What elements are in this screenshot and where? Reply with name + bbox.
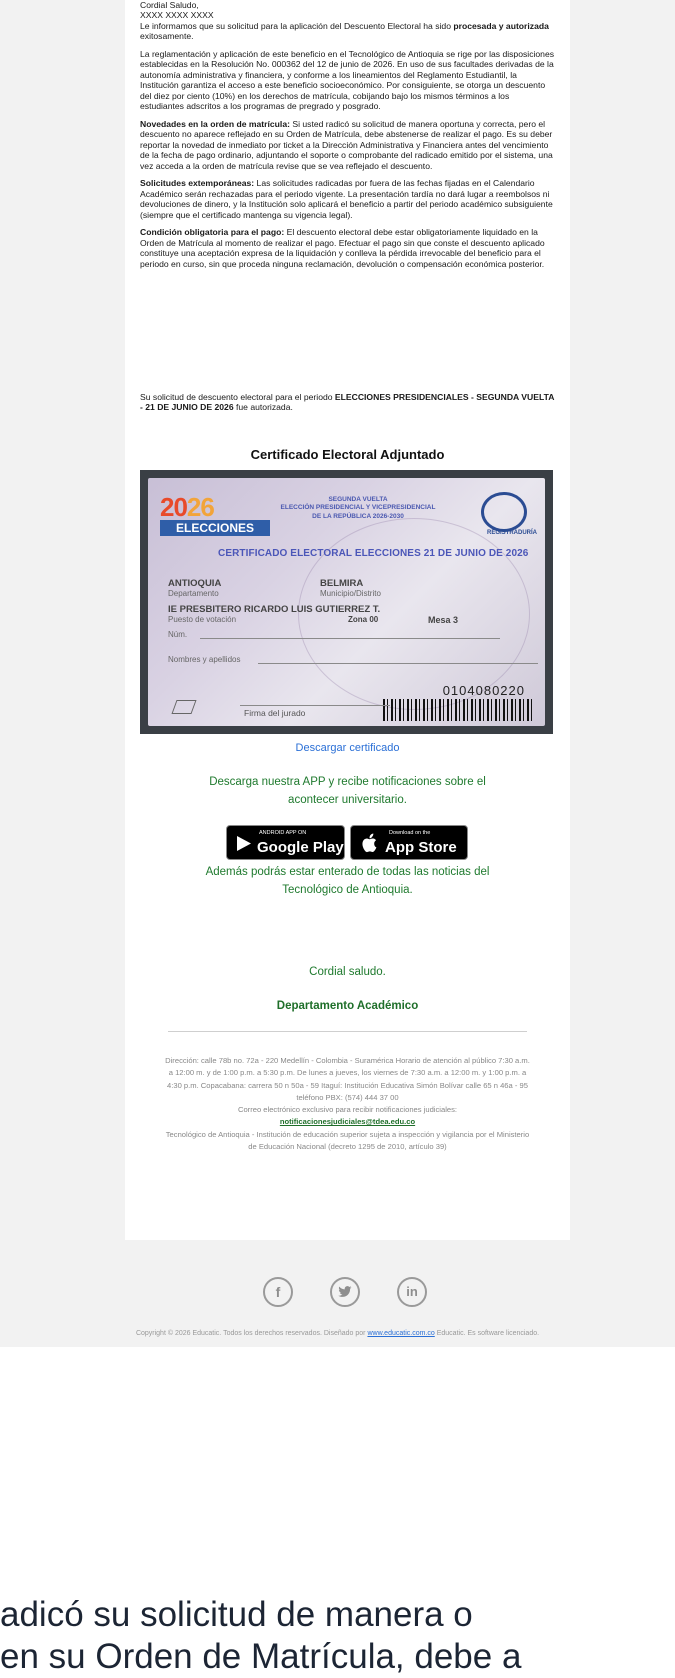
- letter-header: Cordial Saludo, XXXX XXXX XXXX Le inform…: [140, 0, 555, 42]
- twitter-icon[interactable]: [330, 1277, 360, 1307]
- names-line: [258, 663, 538, 664]
- greeting: Cordial Saludo,: [140, 0, 199, 10]
- google-play-small-text: ANDROID APP ON: [259, 830, 307, 836]
- copyright-line: Copyright © 2026 Educatic. Todos los der…: [0, 1330, 675, 1337]
- app-promo-text: Descarga nuestra APP y recibe notificaci…: [140, 774, 555, 810]
- late-requests-paragraph: Solicitudes extemporáneas: Las solicitud…: [140, 178, 555, 220]
- zoomed-excerpt-line: adicó su solicitud de manera o: [0, 1595, 473, 1634]
- copyright-suffix: Educatic. Es software licenciado.: [436, 1330, 540, 1337]
- footer-legal: Tecnológico de Antioquia - Institución d…: [165, 1129, 530, 1152]
- intro-bold: procesada y autorizada: [453, 20, 549, 31]
- certificate-title: CERTIFICADO ELECTORAL ELECCIONES 21 DE J…: [218, 548, 529, 559]
- pen-icon: [171, 700, 197, 714]
- electoral-certificate-image: 2026 ELECCIONES SEGUNDA VUELTA ELECCIÓN …: [140, 470, 553, 734]
- facebook-icon[interactable]: f: [263, 1277, 293, 1307]
- google-play-big-text: Google Play: [257, 839, 344, 856]
- news-promo-line: Tecnológico de Antioquia.: [282, 883, 413, 896]
- municipality-label: Municipio/Distrito: [320, 589, 381, 598]
- auth-prefix: Su solicitud de descuento electoral para…: [140, 392, 333, 402]
- zoomed-excerpt: adicó su solicitud de manera o en su Ord…: [0, 1594, 675, 1678]
- certificate-year: 2026: [160, 492, 215, 523]
- footer-divider: [168, 1031, 527, 1032]
- letter-body: Cordial Saludo, XXXX XXXX XXXX Le inform…: [140, 0, 555, 276]
- table-value: Mesa 3: [428, 615, 459, 625]
- zoomed-excerpt-line: en su Orden de Matrícula, debe a: [0, 1637, 522, 1676]
- auth-suffix: fue autorizada.: [236, 402, 293, 413]
- municipality-value: BELMIRA: [320, 578, 364, 589]
- copyright-prefix: Copyright © 2026 Educatic. Todos los der…: [135, 1330, 366, 1337]
- payment-condition-title: Condición obligatoria para el pago:: [140, 227, 285, 238]
- recipient-name: XXXX XXXX XXXX: [140, 10, 214, 21]
- number-line: [200, 638, 500, 639]
- enrollment-news-paragraph: Novedades en la orden de matrícula: Si u…: [140, 119, 555, 171]
- linkedin-icon[interactable]: in: [397, 1277, 427, 1307]
- certificate-card: 2026 ELECCIONES SEGUNDA VUELTA ELECCIÓN …: [148, 478, 545, 726]
- intro-text: Le informamos que su solicitud para la a…: [140, 20, 451, 31]
- registry-label: REGISTRADURÍA: [486, 530, 537, 536]
- department-label: Departamento: [168, 589, 219, 598]
- enrollment-news-title: Novedades en la orden de matrícula:: [140, 118, 290, 129]
- payment-condition-paragraph: Condición obligatoria para el pago: El d…: [140, 227, 555, 269]
- news-promo-text: Además podrás estar enterado de todas la…: [140, 864, 555, 900]
- apple-icon: [362, 833, 377, 853]
- google-play-button[interactable]: ANDROID APP ON Google Play: [226, 825, 345, 860]
- signature-label: Firma del jurado: [244, 708, 306, 718]
- app-store-big-text: App Store: [385, 839, 457, 856]
- judicial-email-link[interactable]: notificacionesjudiciales@tdea.edu.co: [280, 1117, 415, 1126]
- number-label: Núm.: [168, 630, 188, 639]
- twitter-bird-glyph: [338, 1286, 352, 1297]
- closing-greeting: Cordial saludo.: [309, 966, 386, 978]
- app-store-button[interactable]: Download on the App Store: [350, 825, 468, 860]
- elections-banner: ELECCIONES: [160, 520, 270, 536]
- certificate-section-title: Certificado Electoral Adjuntado: [250, 447, 445, 462]
- google-play-icon: [237, 836, 251, 851]
- year-part-b: 26: [186, 492, 215, 522]
- signature-line: [240, 705, 390, 706]
- department-value: ANTIOQUIA: [168, 578, 222, 589]
- footer-address: Dirección: calle 78b no. 72a - 220 Medel…: [165, 1056, 530, 1102]
- footer-email-label: Correo electrónico exclusivo para recibi…: [237, 1105, 458, 1115]
- polling-place-value: IE PRESBITERO RICARDO LUIS GUTIERREZ T.: [168, 604, 381, 615]
- authorization-note: Su solicitud de descuento electoral para…: [140, 392, 555, 413]
- app-promo-line: Descarga nuestra APP y recibe notificaci…: [209, 776, 486, 788]
- year-part-a: 20: [160, 492, 188, 522]
- news-promo-line: Además podrás estar enterado de todas la…: [205, 866, 490, 878]
- intro-suffix: exitosamente.: [140, 31, 194, 42]
- app-store-small-text: Download on the: [389, 830, 431, 836]
- signature-department: Departamento Académico: [276, 1000, 419, 1012]
- election-header-line: ELECCIÓN PRESIDENCIAL Y VICEPRESIDENCIAL: [280, 504, 436, 512]
- institution-footer: Dirección: calle 78b no. 72a - 220 Medel…: [165, 1055, 530, 1153]
- barcode: [383, 699, 533, 721]
- polling-place-label: Puesto de votación: [168, 615, 237, 624]
- zone-value: Zona 00: [348, 615, 379, 624]
- certificate-serial: 0104080220: [442, 683, 525, 698]
- late-requests-title: Solicitudes extemporáneas:: [140, 178, 255, 189]
- names-label: Nombres y apellidos: [168, 655, 241, 664]
- app-promo-line: acontecer universitario.: [288, 793, 407, 806]
- regulation-paragraph: La reglamentación y aplicación de este b…: [140, 48, 555, 112]
- registry-seal-icon: [481, 492, 527, 532]
- election-header: SEGUNDA VUELTA ELECCIÓN PRESIDENCIAL Y V…: [278, 496, 438, 521]
- download-certificate-link[interactable]: Descargar certificado: [125, 742, 570, 754]
- educatic-link[interactable]: www.educatic.com.co: [367, 1330, 434, 1337]
- election-header-line: DE LA REPÚBLICA 2026-2030: [312, 512, 404, 520]
